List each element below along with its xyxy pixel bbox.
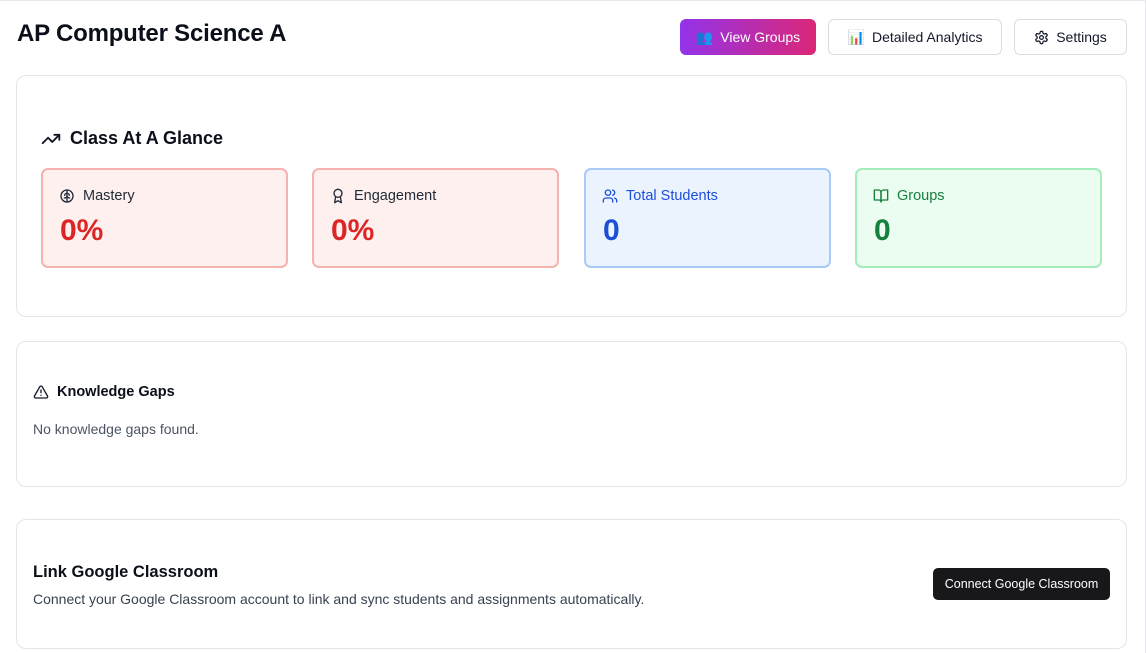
app-frame: AP Computer Science A 👥 View Groups 📊 De… [0,0,1146,653]
glance-header: Class At A Glance [41,128,223,149]
connect-google-classroom-button[interactable]: Connect Google Classroom [933,568,1110,600]
award-icon [330,188,346,204]
alert-triangle-icon [33,384,49,400]
class-at-a-glance-card: Class At A Glance Mastery 0% Engagement … [16,75,1127,317]
mastery-label: Mastery [83,188,135,204]
gaps-title: Knowledge Gaps [57,384,175,400]
groups-value: 0 [874,214,891,247]
detailed-analytics-button[interactable]: 📊 Detailed Analytics [828,19,1002,55]
brain-icon [59,188,75,204]
engagement-label: Engagement [354,188,437,204]
mastery-value: 0% [60,214,104,247]
gaps-header: Knowledge Gaps [33,384,175,400]
engagement-value: 0% [331,214,375,247]
trending-up-icon [41,129,61,149]
link-google-classroom-card: Link Google Classroom Connect your Googl… [16,519,1127,649]
bar-chart-emoji-icon: 📊 [847,29,865,45]
stat-card-total-students: Total Students 0 [584,168,831,268]
glance-title: Class At A Glance [70,128,224,148]
link-description: Connect your Google Classroom account to… [33,591,645,607]
detailed-analytics-label: Detailed Analytics [871,29,983,45]
settings-label: Settings [1056,29,1107,45]
stat-label-row: Total Students [602,188,718,204]
stat-card-engagement: Engagement 0% [312,168,559,268]
total-students-value: 0 [603,214,620,247]
link-title: Link Google Classroom [33,563,219,581]
stat-label-row: Mastery [59,188,135,204]
view-groups-button[interactable]: 👥 View Groups [680,19,816,55]
total-students-label: Total Students [626,188,718,204]
stat-label-row: Groups [873,188,945,204]
settings-button[interactable]: Settings [1014,19,1127,55]
knowledge-gaps-card: Knowledge Gaps No knowledge gaps found. [16,341,1127,487]
book-open-icon [873,188,889,204]
people-emoji-icon: 👥 [695,29,714,45]
groups-label: Groups [897,188,945,204]
stat-card-mastery: Mastery 0% [41,168,288,268]
users-icon [602,188,618,204]
page-title: AP Computer Science A [17,20,287,47]
stat-label-row: Engagement [330,188,436,204]
view-groups-label: View Groups [720,29,801,45]
gaps-empty-message: No knowledge gaps found. [33,421,199,437]
stat-card-groups: Groups 0 [855,168,1102,268]
gear-icon [1034,30,1049,45]
